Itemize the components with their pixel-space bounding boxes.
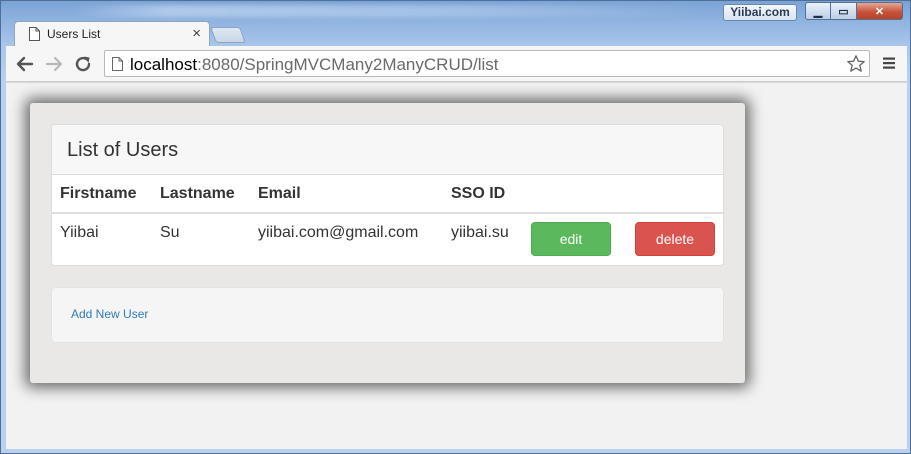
forward-icon[interactable] — [44, 54, 64, 74]
page-icon — [29, 27, 40, 41]
cell-lastname: Su — [160, 224, 180, 241]
back-icon[interactable] — [15, 54, 35, 74]
table-row: Yiibai Su yiibai.com@gmail.com yiibai.su… — [52, 213, 723, 264]
menu-icon[interactable] — [882, 56, 896, 70]
users-container: List of Users Firstname Lastname Email S… — [30, 103, 745, 383]
tab-users-list[interactable]: Users List × — [14, 21, 210, 47]
close-window-button[interactable]: ✕ — [857, 2, 903, 20]
reload-icon[interactable] — [73, 54, 93, 74]
panel-heading: List of Users — [52, 125, 723, 175]
browser-window: Yiibai.com ▁ ▭ ✕ Users List × localhost:… — [0, 0, 911, 454]
maximize-button[interactable]: ▭ — [831, 2, 857, 20]
page-viewport: List of Users Firstname Lastname Email S… — [6, 82, 907, 449]
column-header-edit — [523, 175, 623, 214]
cell-email: yiibai.com@gmail.com — [258, 224, 419, 241]
minimize-icon: ▁ — [813, 5, 823, 18]
edit-button[interactable]: edit — [531, 222, 611, 256]
add-user-well: Add New User — [51, 287, 724, 343]
watermark-badge: Yiibai.com — [723, 4, 797, 21]
maximize-icon: ▭ — [838, 5, 849, 18]
column-header-email: Email — [250, 175, 443, 214]
users-table: Firstname Lastname Email SSO ID Yiibai S… — [52, 175, 723, 264]
panel-title: List of Users — [67, 139, 179, 161]
url-path: :8080/SpringMVCMany2ManyCRUD/list — [197, 55, 499, 74]
column-header-delete — [623, 175, 723, 214]
window-controls: ▁ ▭ ✕ — [805, 2, 903, 20]
column-header-sso-id: SSO ID — [443, 175, 523, 214]
minimize-button[interactable]: ▁ — [805, 2, 831, 20]
browser-toolbar: localhost:8080/SpringMVCMany2ManyCRUD/li… — [6, 46, 907, 82]
table-header-row: Firstname Lastname Email SSO ID — [52, 175, 723, 214]
bookmark-star-icon[interactable] — [846, 54, 866, 74]
cell-delete: delete — [623, 213, 723, 264]
page-icon — [112, 57, 123, 71]
close-icon: ✕ — [874, 5, 885, 18]
users-panel: List of Users Firstname Lastname Email S… — [51, 124, 724, 266]
column-header-firstname: Firstname — [52, 175, 152, 214]
address-bar[interactable]: localhost:8080/SpringMVCMany2ManyCRUD/li… — [104, 50, 870, 77]
cell-sso-id: yiibai.su — [451, 224, 509, 241]
add-new-user-link[interactable]: Add New User — [71, 307, 148, 321]
tab-title: Users List — [47, 27, 101, 41]
cell-firstname: Yiibai — [60, 224, 99, 241]
url-host: localhost — [130, 55, 198, 74]
cell-edit: edit — [523, 213, 623, 264]
new-tab-button[interactable] — [210, 27, 246, 43]
tab-close-button[interactable]: × — [192, 25, 201, 43]
column-header-lastname: Lastname — [152, 175, 250, 214]
delete-button[interactable]: delete — [635, 222, 715, 256]
window-title-bar — [71, 5, 711, 17]
url-text: localhost:8080/SpringMVCMany2ManyCRUD/li… — [130, 55, 499, 74]
